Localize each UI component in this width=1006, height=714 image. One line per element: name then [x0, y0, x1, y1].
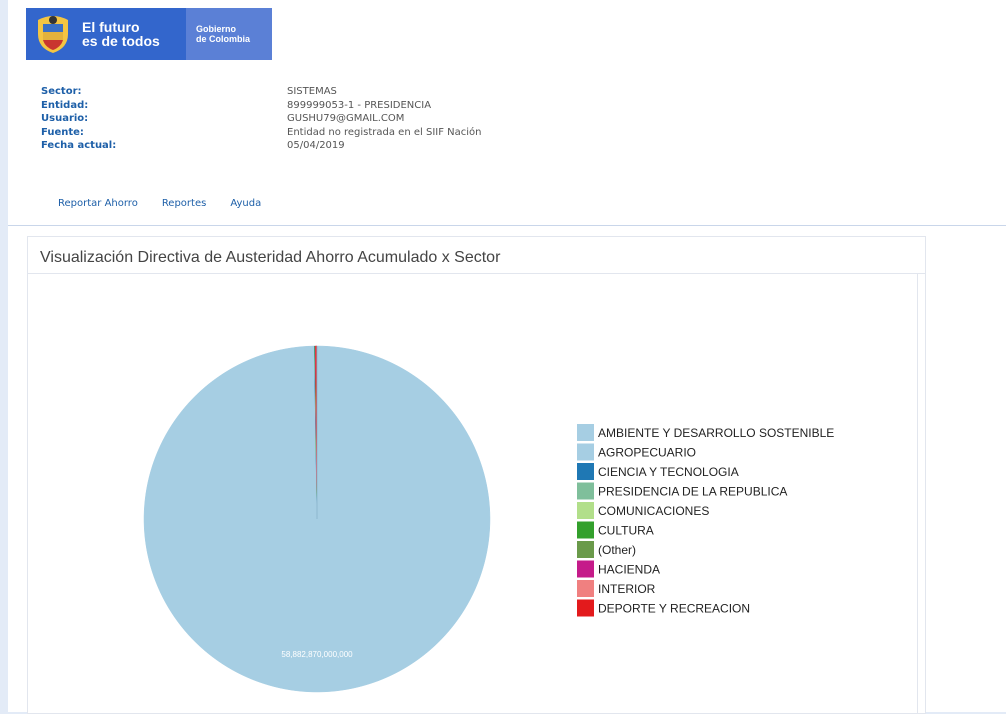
legend-label: (Other): [598, 543, 636, 557]
legend-label: DEPORTE Y RECREACION: [598, 602, 750, 616]
info-label: Sector:: [41, 86, 82, 97]
government-name: Gobierno de Colombia: [196, 24, 272, 44]
coat-of-arms-icon: [38, 16, 68, 53]
pie-chart: 58,882,870,000,000 AMBIENTE Y DESARROLLO …: [143, 345, 834, 693]
slogan-line-1: El futuro: [82, 19, 140, 35]
legend-item[interactable]: DEPORTE Y RECREACION: [577, 599, 750, 617]
legend-swatch: [577, 521, 594, 539]
legend-swatch: [577, 541, 594, 558]
info-value: 899999053-1 - PRESIDENCIA: [287, 99, 432, 111]
legend-swatch: [577, 482, 594, 500]
legend-item[interactable]: HACIENDA: [577, 560, 660, 578]
legend-item[interactable]: CULTURA: [577, 521, 654, 539]
chart-area: 58,882,870,000,000 AMBIENTE Y DESARROLLO …: [28, 274, 918, 713]
legend-item[interactable]: CIENCIA Y TECNOLOGIA: [577, 463, 739, 480]
info-label: Fecha actual:: [41, 140, 117, 151]
legend-swatch: [577, 560, 594, 578]
info-row: Entidad: 899999053-1 - PRESIDENCIA: [41, 100, 481, 114]
info-value: SISTEMAS: [287, 86, 337, 97]
page: El futuro es de todos Gobierno de Colomb…: [8, 0, 1006, 714]
legend-swatch: [577, 443, 594, 461]
gov-line-2: de Colombia: [196, 34, 251, 44]
chart-panel: Visualización Directiva de Austeridad Ah…: [27, 236, 926, 714]
legend-label: COMUNICACIONES: [598, 504, 709, 518]
legend-label: CIENCIA Y TECNOLOGIA: [598, 465, 739, 479]
legend-label: AMBIENTE Y DESARROLLO SOSTENIBLE: [598, 426, 834, 440]
nav-reportar-ahorro[interactable]: Reportar Ahorro: [58, 198, 138, 209]
legend-item[interactable]: PRESIDENCIA DE LA REPUBLICA: [577, 482, 787, 500]
slogan-line-2: es de todos: [82, 33, 160, 49]
legend-item[interactable]: (Other): [577, 541, 636, 558]
legend-swatch: [577, 424, 594, 441]
legend-swatch: [577, 463, 594, 480]
legend-swatch: [577, 502, 594, 519]
legend-swatch: [577, 599, 594, 617]
nav-reportes[interactable]: Reportes: [162, 198, 207, 209]
legend-item[interactable]: AMBIENTE Y DESARROLLO SOSTENIBLE: [577, 424, 834, 441]
info-row: Fecha actual: 05/04/2019: [41, 140, 481, 154]
panel-title: Visualización Directiva de Austeridad Ah…: [40, 249, 501, 266]
slice-value-label: 58,882,870,000,000: [281, 650, 353, 659]
info-row: Usuario: GUSHU79@GMAIL.COM: [41, 113, 481, 127]
session-info: Sector: SISTEMAS Entidad: 899999053-1 - …: [41, 86, 481, 154]
info-value: GUSHU79@GMAIL.COM: [287, 113, 405, 124]
info-label: Entidad:: [41, 99, 89, 111]
gov-line-1: Gobierno: [196, 24, 236, 34]
info-label: Fuente:: [41, 126, 84, 138]
slogan: El futuro es de todos: [82, 20, 160, 48]
info-value: Entidad no registrada en el SIIF Nación: [287, 126, 482, 138]
government-banner: El futuro es de todos Gobierno de Colomb…: [26, 8, 272, 60]
legend-label: PRESIDENCIA DE LA REPUBLICA: [598, 485, 787, 499]
info-label: Usuario:: [41, 113, 89, 124]
main-nav: Reportar Ahorro Reportes Ayuda: [58, 198, 285, 209]
nav-ayuda[interactable]: Ayuda: [230, 198, 261, 209]
info-value: 05/04/2019: [287, 140, 345, 151]
legend-swatch: [577, 580, 594, 597]
banner-left: El futuro es de todos: [26, 8, 186, 60]
info-row: Sector: SISTEMAS: [41, 86, 481, 100]
legend-label: CULTURA: [598, 524, 654, 538]
legend-item[interactable]: AGROPECUARIO: [577, 443, 696, 461]
legend-label: INTERIOR: [598, 582, 656, 596]
legend-label: HACIENDA: [598, 563, 660, 577]
legend-item[interactable]: COMUNICACIONES: [577, 502, 709, 519]
legend-label: AGROPECUARIO: [598, 446, 696, 460]
legend-item[interactable]: INTERIOR: [577, 580, 656, 597]
info-row: Fuente: Entidad no registrada en el SIIF…: [41, 127, 481, 141]
nav-divider: [8, 225, 1006, 226]
banner-right: Gobierno de Colombia: [186, 8, 272, 60]
